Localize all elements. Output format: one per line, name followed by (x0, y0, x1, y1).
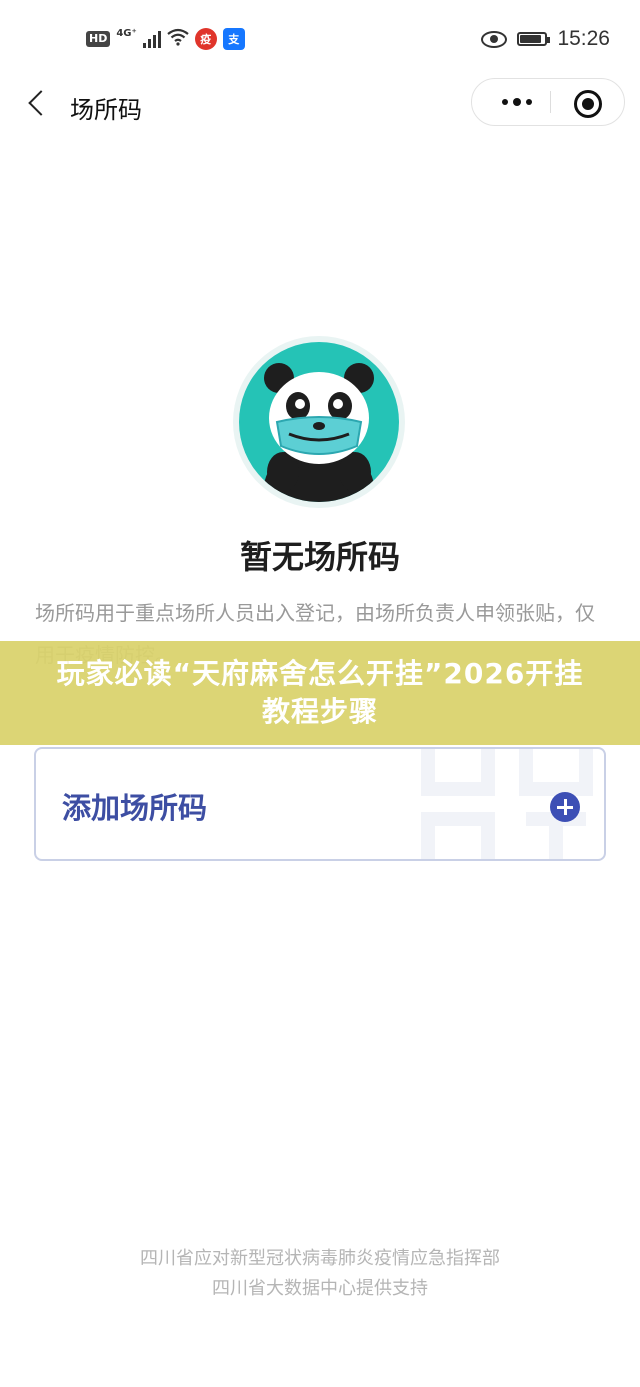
epidemic-app-icon: 疫 (194, 28, 217, 50)
battery-icon (517, 32, 551, 46)
page-title: 场所码 (70, 96, 142, 124)
status-left: HD 4G⁺ 疫 支 (86, 26, 245, 52)
close-target-button[interactable] (574, 90, 602, 118)
capsule-divider (550, 91, 551, 113)
banner-text: 玩家必读“天府麻舍怎么开挂”2026开挂教程步骤 (56, 657, 584, 728)
mini-program-capsule (471, 78, 625, 126)
footer-line-2: 四川省大数据中心提供支持 (212, 1278, 428, 1299)
status-bar: HD 4G⁺ 疫 支 15:26 (0, 0, 640, 78)
more-button[interactable] (494, 79, 540, 125)
signal-icon (142, 30, 161, 48)
plus-circle-icon (550, 792, 580, 822)
navigation-bar: 场所码 (0, 78, 640, 130)
overlay-banner: 玩家必读“天府麻舍怎么开挂”2026开挂教程步骤 (0, 641, 640, 745)
footer: 四川省应对新型冠状病毒肺炎疫情应急指挥部 四川省大数据中心提供支持 (0, 1244, 640, 1304)
back-button[interactable] (26, 88, 56, 118)
wifi-icon (167, 28, 189, 50)
hd-icon: HD (86, 31, 111, 47)
battery-fill (520, 35, 541, 43)
clock: 15:26 (557, 27, 610, 50)
empty-state-title: 暂无场所码 (239, 538, 400, 576)
add-venue-code-label: 添加场所码 (62, 791, 208, 825)
add-venue-code-button[interactable]: 添加场所码 (34, 747, 606, 861)
panda-mascot-illustration (231, 334, 407, 510)
footer-line-1: 四川省应对新型冠状病毒肺炎疫情应急指挥部 (140, 1248, 500, 1269)
alipay-icon: 支 (222, 28, 245, 50)
eye-icon (481, 30, 508, 48)
network-type: 4G⁺ (116, 27, 137, 39)
status-right: 15:26 (481, 26, 610, 52)
